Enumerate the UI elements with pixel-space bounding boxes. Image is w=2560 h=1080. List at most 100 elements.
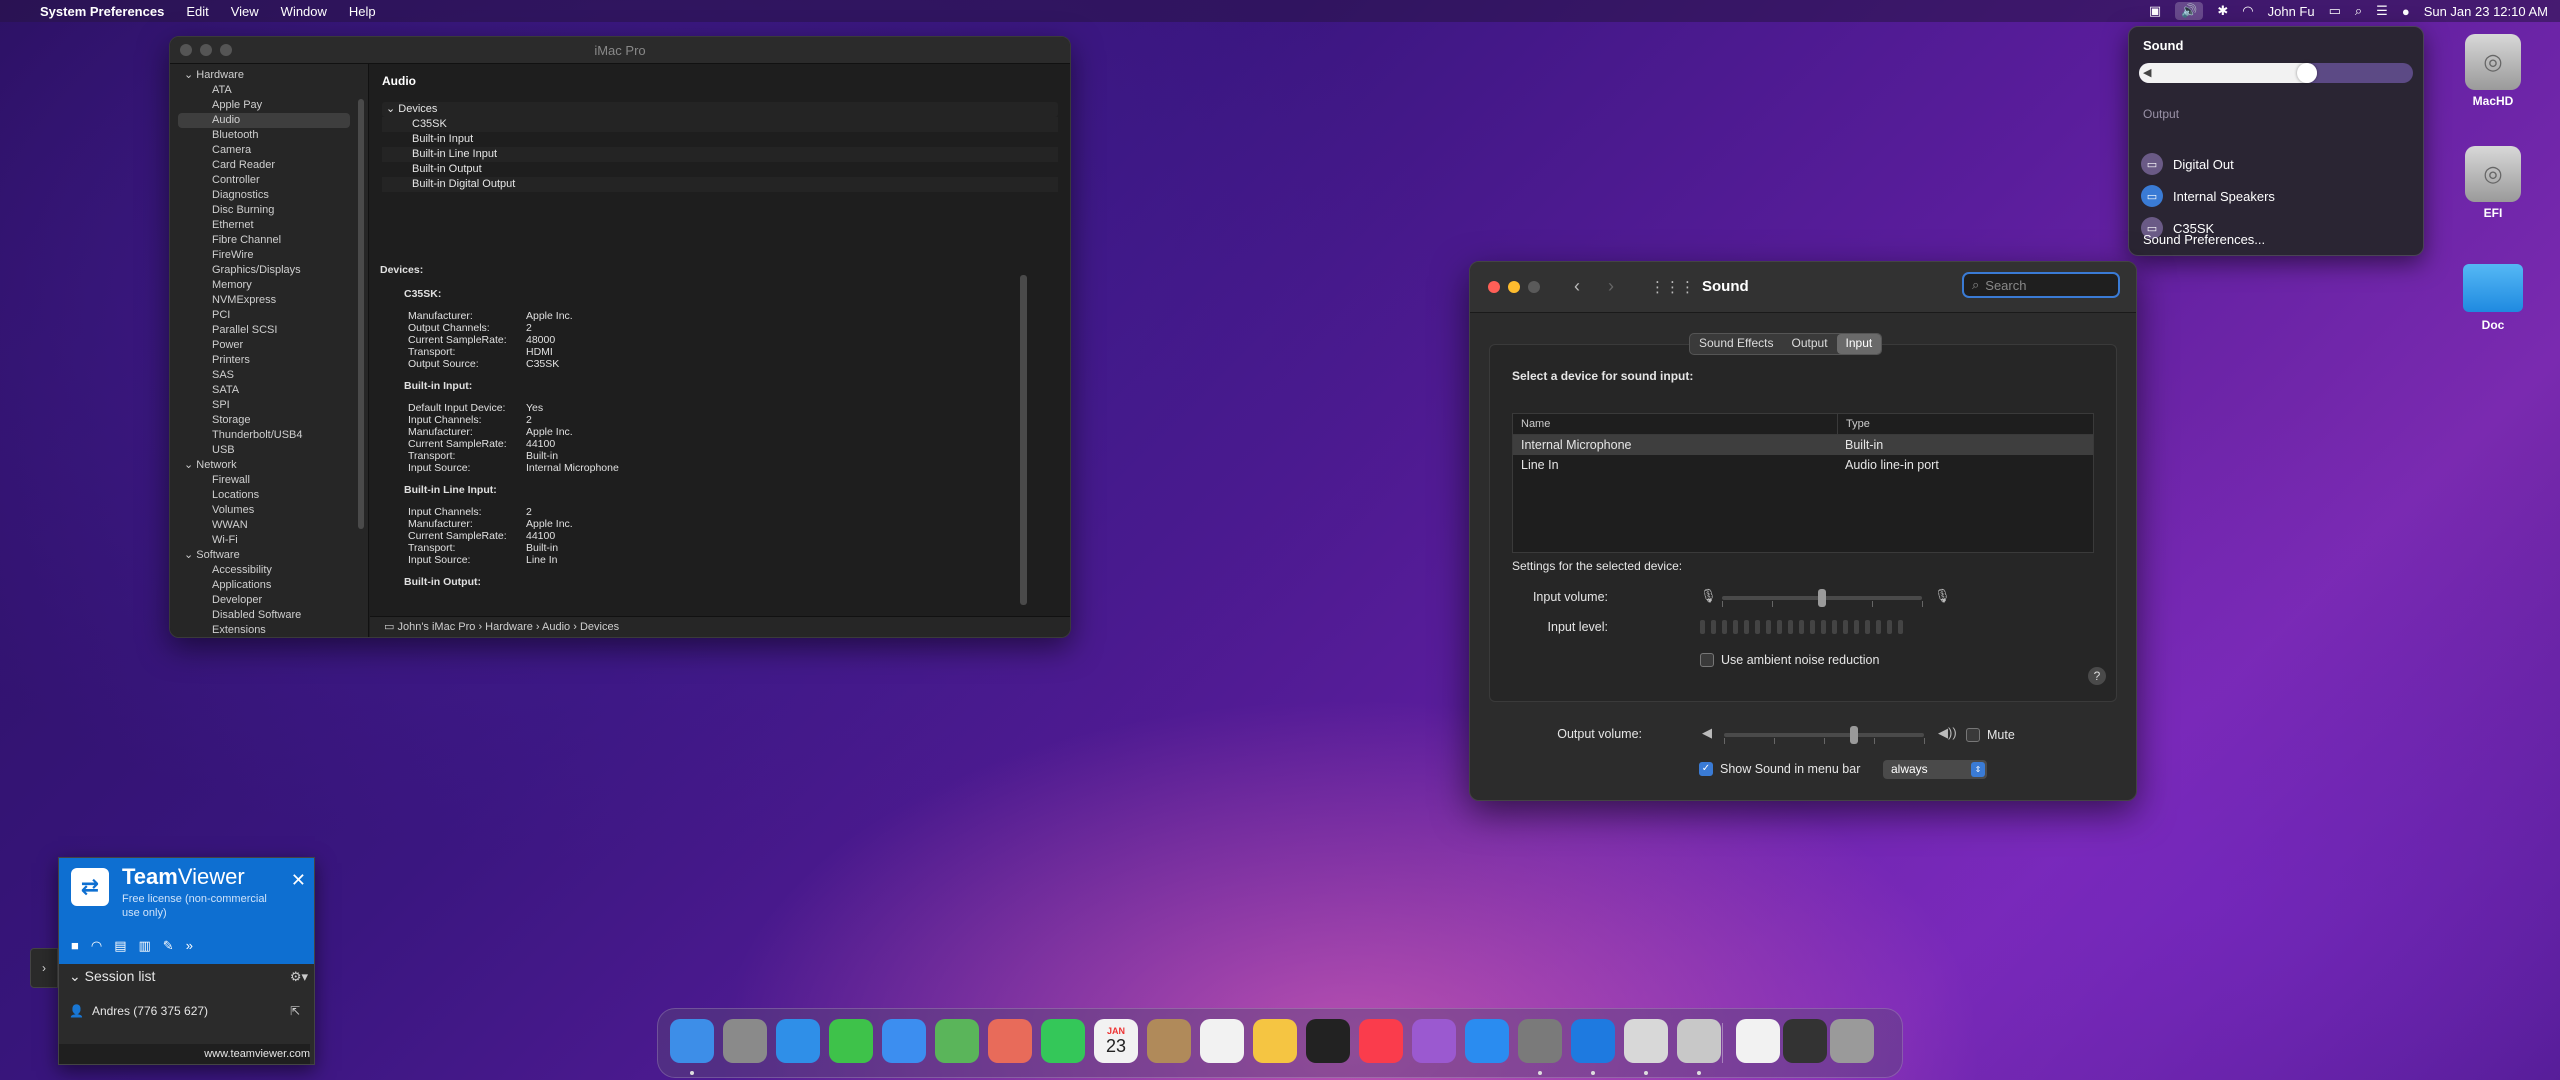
output-volume-slider[interactable] <box>1850 726 1858 744</box>
sidebar-item[interactable]: Printers <box>170 353 368 368</box>
teamviewer-url[interactable]: www.teamviewer.com <box>59 1044 310 1064</box>
tree-group-devices[interactable]: ⌄ Devices <box>382 102 1058 117</box>
path-item[interactable]: Audio <box>542 621 570 633</box>
dock-window-icon[interactable] <box>1783 1019 1827 1063</box>
sidebar-item[interactable]: Disabled Software <box>170 608 368 623</box>
volume-slider[interactable]: ◀ <box>2139 63 2413 83</box>
window-toolbar[interactable]: ‹ › ⋮⋮⋮ Sound ⌕ Search <box>1470 262 2136 313</box>
tree-item[interactable]: Built-in Output <box>382 162 1058 177</box>
back-icon[interactable]: ‹ <box>1574 276 1580 297</box>
sidebar-item[interactable]: NVMExpress <box>170 293 368 308</box>
dock-system-preferences-icon[interactable] <box>1518 1019 1562 1063</box>
show-sound-menubar-select[interactable]: always ⇕ <box>1883 760 1987 779</box>
dock-app-store-icon[interactable] <box>1465 1019 1509 1063</box>
control-center-icon[interactable]: ☰ <box>2376 3 2388 19</box>
spotlight-search-icon[interactable]: ⌕ <box>2355 3 2362 19</box>
dock-launchpad-icon[interactable] <box>723 1019 767 1063</box>
table-row[interactable]: Internal Microphone Built-in <box>1513 435 2093 455</box>
files-icon[interactable]: ▥ <box>139 938 151 954</box>
input-volume-slider[interactable] <box>1818 589 1826 607</box>
dock-notes-icon[interactable] <box>1253 1019 1297 1063</box>
sidebar-item[interactable]: Camera <box>170 143 368 158</box>
sidebar-item[interactable]: Volumes <box>170 503 368 518</box>
output-volume-track[interactable] <box>1724 733 1924 737</box>
sidebar-item[interactable]: SATA <box>170 383 368 398</box>
sidebar-item[interactable]: Bluetooth <box>170 128 368 143</box>
path-item[interactable]: John's iMac Pro <box>397 621 475 633</box>
mute-checkbox[interactable]: Mute <box>1966 728 2015 742</box>
tree-item[interactable]: Built-in Line Input <box>382 147 1058 162</box>
sidebar-group-hardware[interactable]: ⌄ Hardware <box>170 68 368 83</box>
sidebar-group-network[interactable]: ⌄ Network <box>170 458 368 473</box>
dock-maps-icon[interactable] <box>935 1019 979 1063</box>
dock-facetime-icon[interactable] <box>1041 1019 1085 1063</box>
siri-icon[interactable]: ● <box>2402 4 2410 19</box>
dock-photos-icon[interactable] <box>988 1019 1032 1063</box>
dock-podcasts-icon[interactable] <box>1412 1019 1456 1063</box>
sidebar-item[interactable]: Graphics/Displays <box>170 263 368 278</box>
volume-slider-knob[interactable] <box>2297 63 2318 83</box>
close-icon[interactable]: ✕ <box>291 870 306 891</box>
sidebar-scrollbar[interactable] <box>358 99 364 529</box>
sidebar-item[interactable]: Controller <box>170 173 368 188</box>
gear-icon[interactable]: ⚙▾ <box>290 969 308 985</box>
sound-menu-icon[interactable]: 🔊 <box>2175 2 2204 20</box>
column-type[interactable]: Type <box>1837 414 2076 434</box>
checkbox-box[interactable]: ✓ <box>1699 762 1713 776</box>
sidebar-item[interactable]: Developer <box>170 593 368 608</box>
sidebar-item[interactable]: Accessibility <box>170 563 368 578</box>
wifi-icon[interactable]: ◠ <box>2242 3 2253 19</box>
dock-contacts-icon[interactable] <box>1147 1019 1191 1063</box>
tree-item[interactable]: Built-in Input <box>382 132 1058 147</box>
teamviewer-expand-tab[interactable]: › <box>30 948 58 988</box>
sidebar-item[interactable]: WWAN <box>170 518 368 533</box>
sidebar-item[interactable]: Audio <box>178 113 350 128</box>
table-row[interactable]: Line In Audio line-in port <box>1513 455 2093 475</box>
sidebar-item[interactable]: Parallel SCSI <box>170 323 368 338</box>
sidebar-item[interactable]: Power <box>170 338 368 353</box>
menu-view[interactable]: View <box>220 4 270 19</box>
dock-document-icon[interactable] <box>1736 1019 1780 1063</box>
sidebar-item[interactable]: SPI <box>170 398 368 413</box>
dock-reminders-icon[interactable] <box>1200 1019 1244 1063</box>
sidebar-item[interactable]: Memory <box>170 278 368 293</box>
sidebar-item[interactable]: USB <box>170 443 368 458</box>
dock-preview-icon[interactable] <box>1624 1019 1668 1063</box>
dock-finder-icon[interactable] <box>670 1019 714 1063</box>
zoom-button[interactable] <box>1528 281 1540 293</box>
headset-icon[interactable]: ◠ <box>91 938 102 954</box>
sidebar-item[interactable]: Locations <box>170 488 368 503</box>
input-source-flag-icon[interactable]: ▭ <box>2329 3 2341 19</box>
dock-messages-icon[interactable] <box>829 1019 873 1063</box>
path-item[interactable]: Hardware <box>485 621 533 633</box>
session-list-header[interactable]: ⌄ Session list <box>69 968 155 985</box>
menu-help[interactable]: Help <box>338 4 387 19</box>
detail-scrollbar[interactable] <box>1020 275 1027 605</box>
search-field[interactable]: ⌕ Search <box>1962 272 2120 298</box>
sidebar-item[interactable]: Fibre Channel <box>170 233 368 248</box>
menubar-clock[interactable]: Sun Jan 23 12:10 AM <box>2424 4 2548 19</box>
display-icon[interactable]: ▣ <box>2149 3 2161 19</box>
chat-icon[interactable]: ▤ <box>114 938 126 954</box>
output-digital-out[interactable]: ▭ Digital Out <box>2141 152 2234 176</box>
sidebar-item[interactable]: PCI <box>170 308 368 323</box>
output-internal-speakers[interactable]: ▭ Internal Speakers <box>2141 184 2275 208</box>
dock-trash-icon[interactable] <box>1830 1019 1874 1063</box>
sidebar-item[interactable]: Ethernet <box>170 218 368 233</box>
sidebar-item[interactable]: Wi-Fi <box>170 533 368 548</box>
dock-mail-icon[interactable] <box>882 1019 926 1063</box>
dock-disk-utility-icon[interactable] <box>1677 1019 1721 1063</box>
menu-window[interactable]: Window <box>270 4 338 19</box>
session-contact[interactable]: 👤 Andres (776 375 627) <box>69 1004 208 1018</box>
more-icon[interactable]: » <box>186 938 193 954</box>
dock-music-icon[interactable] <box>1359 1019 1403 1063</box>
app-menu[interactable]: System Preferences <box>29 4 175 19</box>
minimize-button[interactable] <box>1508 281 1520 293</box>
sidebar-item[interactable]: SAS <box>170 368 368 383</box>
show-sound-menubar-checkbox[interactable]: ✓ Show Sound in menu bar <box>1699 762 1860 776</box>
dock-safari-icon[interactable] <box>776 1019 820 1063</box>
video-icon[interactable]: ■ <box>71 938 79 954</box>
sidebar-item[interactable]: ATA <box>170 83 368 98</box>
forward-icon[interactable]: › <box>1608 276 1614 297</box>
tree-item[interactable]: C35SK <box>382 117 1058 132</box>
